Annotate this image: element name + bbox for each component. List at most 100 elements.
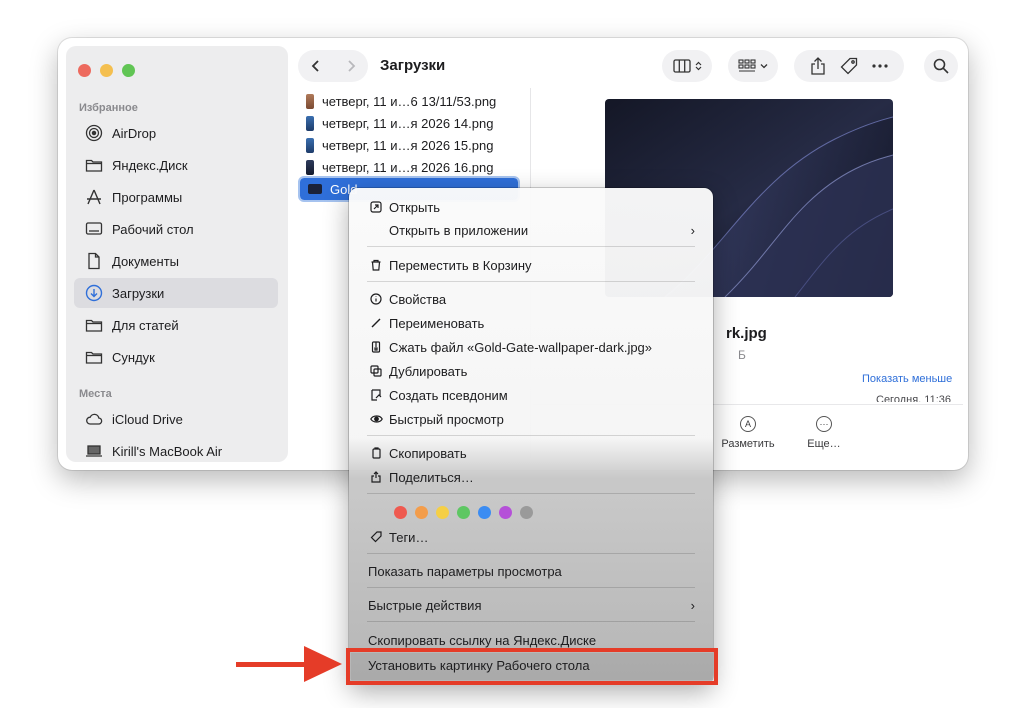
menu-item-alias[interactable]: Создать псевдоним <box>355 383 707 407</box>
column-view-button[interactable] <box>662 50 712 82</box>
info-icon <box>369 292 383 306</box>
chevron-left-icon <box>311 60 319 72</box>
share-icon <box>811 57 825 75</box>
tag-button[interactable] <box>840 57 858 75</box>
chevron-right-icon: › <box>690 598 695 613</box>
ellipsis-icon <box>872 64 888 68</box>
menu-item-tags[interactable]: Теги… <box>355 525 707 549</box>
navigation-buttons <box>298 50 368 82</box>
tag-color-orange[interactable] <box>415 506 428 519</box>
document-icon <box>84 251 104 271</box>
more-actions-button[interactable]: ··· Еще… <box>794 416 854 450</box>
menu-separator <box>367 246 695 247</box>
tag-icon <box>840 57 858 75</box>
back-button[interactable] <box>298 50 333 82</box>
file-row[interactable]: четверг, 11 и…я 2026 15.png <box>298 134 528 156</box>
sidebar-item-desktop[interactable]: Рабочий стол <box>74 214 278 244</box>
search-button[interactable] <box>924 50 958 82</box>
menu-separator <box>367 281 695 282</box>
sidebar-item-label: Загрузки <box>112 285 165 301</box>
laptop-icon <box>84 441 104 461</box>
menu-item-duplicate[interactable]: Дублировать <box>355 359 707 383</box>
chevron-right-icon: › <box>690 223 695 238</box>
annotation-arrow-icon <box>304 646 342 682</box>
more-icon: ··· <box>816 416 832 432</box>
image-thumbnail-icon <box>308 184 322 194</box>
zoom-button[interactable] <box>122 64 135 77</box>
sidebar-item-label: Документы <box>112 253 180 269</box>
sidebar-item-macbook[interactable]: Kirill's MacBook Air <box>74 436 278 466</box>
tag-color-red[interactable] <box>394 506 407 519</box>
menu-item-view-options[interactable]: Показать параметры просмотра <box>355 559 707 583</box>
menu-item-open[interactable]: Открыть <box>355 195 707 219</box>
search-icon <box>933 58 949 74</box>
image-thumbnail-icon <box>306 137 314 153</box>
minimize-button[interactable] <box>100 64 113 77</box>
sidebar-item-airdrop[interactable]: AirDrop <box>74 118 278 148</box>
sidebar-item-applications[interactable]: Программы <box>74 182 278 212</box>
sidebar-item-downloads[interactable]: Загрузки <box>74 278 278 308</box>
favorites-header: Избранное <box>79 102 138 114</box>
preview-size: Б <box>738 348 746 362</box>
chevron-updown-icon <box>695 61 701 71</box>
sidebar-item-for-articles[interactable]: Для статей <box>74 310 278 340</box>
cloud-icon <box>84 409 104 429</box>
close-button[interactable] <box>78 64 91 77</box>
share-icon <box>369 470 383 484</box>
file-list: четверг, 11 и…6 13/11/53.png четверг, 11… <box>298 90 528 202</box>
annotation-arrow-shaft <box>236 662 308 667</box>
airdrop-icon <box>84 123 104 143</box>
archive-icon <box>369 340 383 354</box>
sidebar-item-yandex-disk[interactable]: Яндекс.Диск <box>74 150 278 180</box>
menu-item-rename[interactable]: Переименовать <box>355 311 707 335</box>
sidebar-item-label: Программы <box>112 189 183 205</box>
file-row[interactable]: четверг, 11 и…я 2026 14.png <box>298 112 528 134</box>
sidebar-item-label: AirDrop <box>112 125 157 141</box>
file-row[interactable]: четверг, 11 и…я 2026 16.png <box>298 156 528 178</box>
tag-color-purple[interactable] <box>499 506 512 519</box>
file-row[interactable]: четверг, 11 и…6 13/11/53.png <box>298 90 528 112</box>
trash-icon <box>369 258 383 272</box>
alias-icon <box>369 388 383 402</box>
forward-button[interactable] <box>333 50 368 82</box>
sidebar-item-chest[interactable]: Сундук <box>74 342 278 372</box>
show-less-link[interactable]: Показать меньше <box>862 373 952 385</box>
menu-item-trash[interactable]: Переместить в Корзину <box>355 253 707 277</box>
tag-color-gray[interactable] <box>520 506 533 519</box>
more-button[interactable] <box>872 64 888 68</box>
sidebar-item-documents[interactable]: Документы <box>74 246 278 276</box>
copy-icon <box>369 446 383 460</box>
menu-item-open-with[interactable]: Открыть в приложении › <box>355 218 707 242</box>
share-button[interactable] <box>810 57 826 75</box>
menu-separator <box>367 435 695 436</box>
preview-date: Сегодня, 11:36 <box>876 394 951 402</box>
menu-separator <box>367 493 695 494</box>
sidebar: Избранное AirDrop Яндекс.Диск Программы … <box>66 46 288 462</box>
tag-color-green[interactable] <box>457 506 470 519</box>
chevron-right-icon <box>347 60 355 72</box>
grid-icon <box>738 59 756 72</box>
image-thumbnail-icon <box>306 93 314 109</box>
tag-color-blue[interactable] <box>478 506 491 519</box>
folder-icon <box>84 347 104 367</box>
sidebar-item-icloud-drive[interactable]: iCloud Drive <box>74 404 278 434</box>
duplicate-icon <box>369 364 383 378</box>
folder-icon <box>84 155 104 175</box>
columns-icon <box>672 59 691 73</box>
desktop-icon <box>84 219 104 239</box>
menu-separator <box>367 621 695 622</box>
window-controls <box>78 64 135 77</box>
menu-item-copy[interactable]: Скопировать <box>355 441 707 465</box>
menu-item-compress[interactable]: Сжать файл «Gold-Gate-wallpaper-dark.jpg… <box>355 335 707 359</box>
group-button[interactable] <box>728 50 778 82</box>
actions-group <box>794 50 904 82</box>
file-name: четверг, 11 и…6 13/11/53.png <box>322 93 497 109</box>
menu-item-quicklook[interactable]: Быстрый просмотр <box>355 407 707 431</box>
pencil-icon <box>369 316 383 330</box>
menu-item-quick-actions[interactable]: Быстрые действия › <box>355 593 707 617</box>
tag-colors <box>394 506 533 519</box>
tag-color-yellow[interactable] <box>436 506 449 519</box>
menu-item-share[interactable]: Поделиться… <box>355 465 707 489</box>
markup-button[interactable]: A Разметить <box>718 416 778 450</box>
menu-item-info[interactable]: Свойства <box>355 287 707 311</box>
